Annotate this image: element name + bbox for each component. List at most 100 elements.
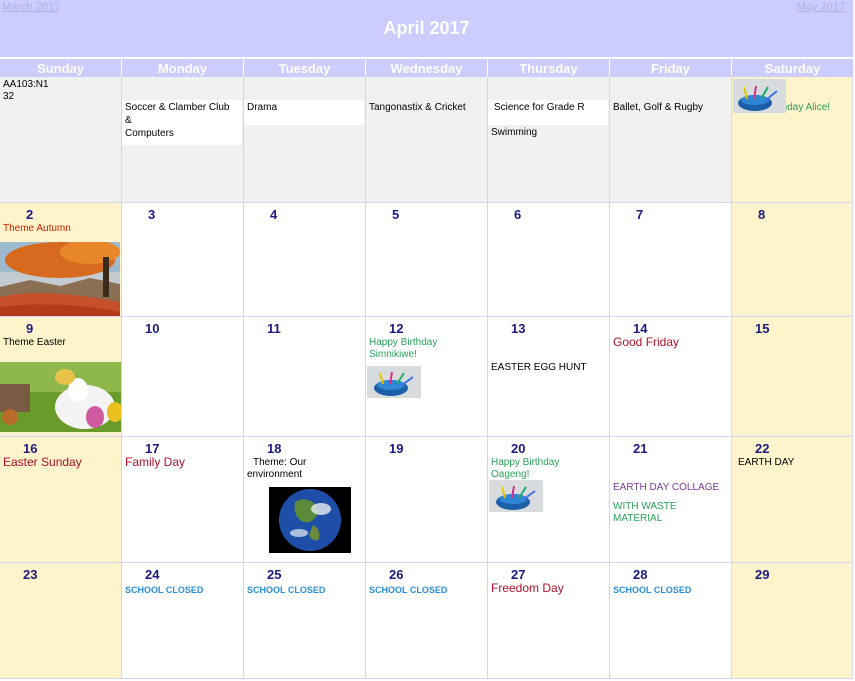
calendar-cell-20[interactable]: 20 Happy Birthday Oageng! — [488, 437, 610, 563]
event-text-2: Swimming — [491, 127, 538, 138]
calendar-cell-23[interactable]: 23 — [0, 563, 122, 679]
calendar-cell-28[interactable]: 28 SCHOOL CLOSED — [610, 563, 732, 679]
day-number: 23 — [23, 567, 38, 582]
day-number: 12 — [389, 321, 404, 336]
calendar-cell-21[interactable]: 21 EARTH DAY COLLAGE WITH WASTE MATERIAL — [610, 437, 732, 563]
calendar-cell-17[interactable]: 17 Family Day — [122, 437, 244, 563]
calendar-cell-19[interactable]: 19 — [366, 437, 488, 563]
day-number: 3 — [148, 207, 156, 222]
calendar-cell-10[interactable]: 10 — [122, 317, 244, 437]
school-closed-event: SCHOOL CLOSED — [369, 585, 448, 595]
calendar-cell-3[interactable]: 3 — [122, 203, 244, 317]
day-number: 20 — [511, 441, 526, 456]
calendar-cell-11[interactable]: 11 — [244, 317, 366, 437]
holiday-event: Easter Sunday — [3, 455, 82, 469]
event-text: Tangonastix & Cricket — [369, 102, 466, 113]
birthday-event: Happy Birthday Simnikiwe! — [369, 337, 438, 360]
calendar-cell-26[interactable]: 26 SCHOOL CLOSED — [366, 563, 488, 679]
day-number: 25 — [267, 567, 282, 582]
event-text: EASTER EGG HUNT — [491, 362, 587, 373]
calendar-cell-8[interactable]: 8 — [732, 203, 853, 317]
weekday-tuesday: Tuesday — [244, 59, 365, 77]
day-number: 22 — [755, 441, 770, 456]
day-number: 11 — [267, 321, 281, 336]
day-number: 10 — [145, 321, 160, 336]
calendar-cell-week0-tuesday[interactable]: Drama — [244, 77, 366, 203]
day-number: 19 — [389, 441, 404, 456]
calendar-cell-4[interactable]: 4 — [244, 203, 366, 317]
day-number: 5 — [392, 207, 400, 222]
event-text: Drama — [247, 102, 278, 113]
calendar-cell-6[interactable]: 6 — [488, 203, 610, 317]
day-number: 2 — [26, 207, 34, 222]
event-text: Ballet, Golf & Rugby — [613, 102, 704, 113]
calendar-cell-24[interactable]: 24 SCHOOL CLOSED — [122, 563, 244, 679]
calendar-cell-week0-wednesday[interactable]: Tangonastix & Cricket — [366, 77, 488, 203]
calendar-cell-18[interactable]: 18 Theme: Our environment — [244, 437, 366, 563]
calendar-cell-12[interactable]: 12 Happy Birthday Simnikiwe! — [366, 317, 488, 437]
calendar-cell-5[interactable]: 5 — [366, 203, 488, 317]
weekday-saturday: Saturday — [732, 59, 853, 77]
event-text-amp: & — [125, 115, 132, 126]
calendar-cell-16[interactable]: 16 Easter Sunday — [0, 437, 122, 563]
weekday-thursday: Thursday — [488, 59, 609, 77]
day-number: 9 — [26, 321, 34, 336]
event-text: Theme Easter — [3, 337, 66, 348]
calendar-cell-14[interactable]: 14 Good Friday — [610, 317, 732, 437]
day-number: 28 — [633, 567, 648, 582]
event-text: Soccer & Clamber Club — [125, 102, 230, 113]
weekday-sunday: Sunday — [0, 59, 121, 77]
event-block: Soccer & Clamber Club & Computers — [122, 100, 242, 145]
day-number: 4 — [270, 207, 278, 222]
prev-month-link[interactable]: March 2017 — [2, 1, 60, 13]
calendar-cell-13[interactable]: 13 EASTER EGG HUNT — [488, 317, 610, 437]
event-block: Drama — [244, 100, 364, 125]
day-number: 14 — [633, 321, 648, 336]
month-title: April 2017 — [383, 18, 470, 38]
day-number: 7 — [636, 207, 644, 222]
event-text-2: Computers — [125, 128, 174, 139]
day-number: 13 — [511, 321, 526, 336]
weekday-wednesday: Wednesday — [366, 59, 487, 77]
calendar-cell-week0-saturday[interactable]: Happy Birthday Alice! — [732, 77, 853, 203]
event-text-2: WITH WASTE MATERIAL — [613, 501, 677, 524]
easter-bunny-image — [0, 362, 121, 432]
autumn-tree-image — [0, 242, 120, 316]
calendar-cell-22[interactable]: 22 EARTH DAY — [732, 437, 853, 563]
birthday-cake-icon — [367, 366, 421, 398]
event-text: Theme Autumn — [3, 223, 71, 234]
day-number: 21 — [633, 441, 648, 456]
event-code-2: 32 — [3, 91, 15, 102]
calendar-cell-week0-sunday[interactable]: AA103:N1 32 — [0, 77, 122, 203]
day-number: 17 — [145, 441, 160, 456]
day-number: 6 — [514, 207, 522, 222]
birthday-cake-icon — [489, 480, 543, 512]
holiday-event: Freedom Day — [491, 581, 564, 595]
holiday-event: Good Friday — [613, 335, 680, 349]
calendar-cell-27[interactable]: 27 Freedom Day — [488, 563, 610, 679]
calendar-cell-25[interactable]: 25 SCHOOL CLOSED — [244, 563, 366, 679]
calendar-cell-week0-friday[interactable]: Ballet, Golf & Rugby — [610, 77, 732, 203]
day-number: 27 — [511, 567, 526, 582]
event-text: Science for Grade R — [494, 102, 585, 113]
calendar-cell-2[interactable]: 2 Theme Autumn — [0, 203, 122, 317]
calendar-cell-29[interactable]: 29 — [732, 563, 853, 679]
day-number: 16 — [23, 441, 38, 456]
event-block: Science for Grade R — [488, 100, 608, 125]
weekday-friday: Friday — [610, 59, 731, 77]
event-code: AA103:N1 — [3, 79, 49, 90]
calendar-cell-15[interactable]: 15 — [732, 317, 853, 437]
calendar-cell-7[interactable]: 7 — [610, 203, 732, 317]
day-number: 18 — [267, 441, 282, 456]
day-number: 15 — [755, 321, 770, 336]
day-number: 24 — [145, 567, 160, 582]
calendar-cell-9[interactable]: 9 Theme Easter — [0, 317, 122, 437]
holiday-event: Family Day — [125, 455, 186, 469]
day-number: 29 — [755, 567, 770, 582]
school-closed-event: SCHOOL CLOSED — [125, 585, 204, 595]
next-month-link[interactable]: May 2017 — [797, 1, 845, 13]
weekday-monday: Monday — [122, 59, 243, 77]
birthday-cake-icon — [733, 79, 786, 113]
calendar-cell-week0-monday[interactable]: Soccer & Clamber Club & Computers — [122, 77, 244, 203]
calendar-cell-week0-thursday[interactable]: Science for Grade R Swimming — [488, 77, 610, 203]
